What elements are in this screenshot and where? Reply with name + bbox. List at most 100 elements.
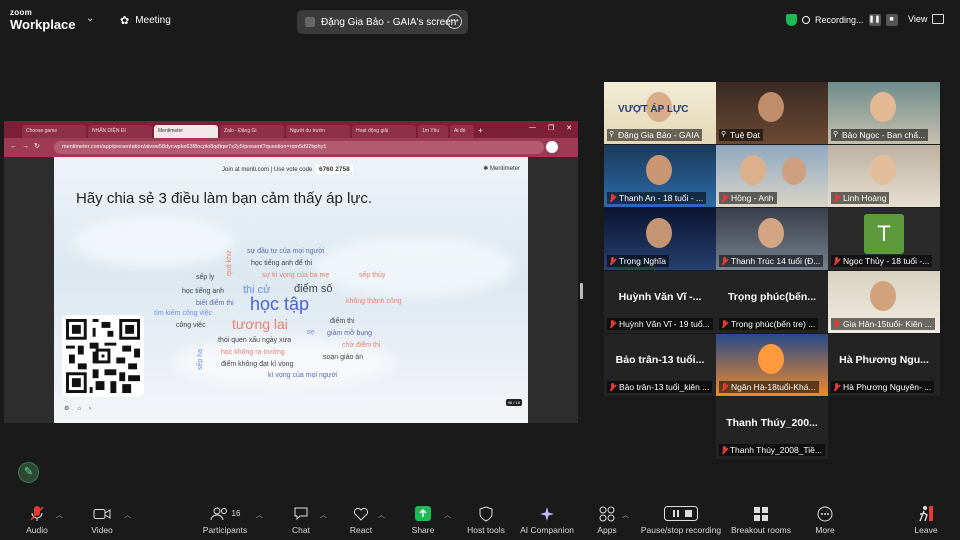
- word-cloud-entry: chờ điểm thi: [342, 342, 381, 349]
- word-cloud-entry: sự kì vọng của ba mẹ: [262, 272, 330, 279]
- apps-icon: [596, 505, 618, 522]
- word-cloud-entry: điểm không đạt kì vọng: [221, 361, 294, 368]
- screen-share-tab[interactable]: Đặng Gia Bảo - GAIA's screen •••: [297, 10, 468, 34]
- gallery-grid-icon[interactable]: [932, 14, 944, 24]
- chat-button[interactable]: Chat: [288, 505, 314, 535]
- browser-tab[interactable]: Hoạt động giải: [352, 125, 416, 138]
- meeting-info-button[interactable]: ✿ Meeting: [120, 14, 171, 27]
- browser-tab[interactable]: NHÂN DIỆN ĐỊ: [88, 125, 152, 138]
- participant-name: Bảo Ngọc - Ban chấ...: [842, 130, 926, 140]
- participant-tile[interactable]: ⚲ Tuệ Đạt: [716, 82, 828, 144]
- participant-name: Bảo trân-13 tuổi_kiên ...: [619, 382, 710, 392]
- chevron-up-icon[interactable]: ︿: [320, 510, 327, 520]
- new-tab-icon[interactable]: +: [476, 125, 488, 138]
- mentimeter-slide: Join at menti.com | Use vote code 6760 2…: [54, 157, 528, 423]
- participant-name: Linh Hoàng: [843, 193, 887, 203]
- video-button[interactable]: Video: [88, 505, 116, 535]
- audio-button[interactable]: Audio: [22, 505, 52, 535]
- participant-tile[interactable]: T Ngọc Thủy - 18 tuổi -...: [828, 208, 940, 270]
- chevron-up-icon[interactable]: ︿: [256, 510, 263, 520]
- recording-label: Recording...: [815, 15, 864, 25]
- more-label: More: [815, 525, 835, 535]
- participant-tile[interactable]: Trọng phúc(bến... Trọng phúc(bến tre) ...: [716, 271, 828, 333]
- recording-button[interactable]: Pause/stop recording: [640, 505, 722, 535]
- browser-tab[interactable]: Choose game: [22, 125, 86, 138]
- breakout-rooms-button[interactable]: Breakout rooms: [730, 505, 792, 535]
- maximize-icon[interactable]: ❐: [548, 124, 554, 132]
- more-options-icon[interactable]: •••: [447, 14, 462, 29]
- participant-name: Ngân Hà-18tuổi-Khá...: [731, 382, 816, 392]
- view-button[interactable]: View: [908, 14, 927, 24]
- nav-buttons-icon[interactable]: ←→↻: [10, 142, 45, 150]
- participant-display-name: Huỳnh Văn Vĩ -...: [618, 291, 702, 303]
- close-icon[interactable]: ✕: [566, 124, 572, 132]
- host-tools-button[interactable]: Host tools: [464, 505, 508, 535]
- participant-name-label: Hồng - Anh: [719, 192, 777, 204]
- browser-tab-active[interactable]: Mentimeter: [154, 125, 218, 138]
- participant-tile[interactable]: Ngân Hà-18tuổi-Khá...: [716, 334, 828, 396]
- participant-tile[interactable]: VƯỢT ÁP LỰC ⚲ Đặng Gia Bảo - GAIA: [604, 82, 716, 144]
- minimize-icon[interactable]: —: [529, 124, 536, 132]
- apps-button[interactable]: Apps: [596, 505, 618, 535]
- participant-tile[interactable]: Thanh Trúc 14 tuổi (Đ...: [716, 208, 828, 270]
- mic-muted-icon: [833, 256, 840, 266]
- host-tools-label: Host tools: [467, 525, 505, 535]
- react-button[interactable]: React: [346, 505, 376, 535]
- participant-tile[interactable]: Bảo trân-13 tuổi... Bảo trân-13 tuổi_kiên…: [604, 334, 716, 396]
- participant-tile[interactable]: Gia Hân-15tuổi- Kiên ...: [828, 271, 940, 333]
- top-bar: zoom Workplace ⌄ ✿ Meeting Đặng Gia Bảo …: [0, 0, 960, 44]
- chevron-up-icon[interactable]: ︿: [444, 510, 451, 520]
- chevron-up-icon[interactable]: ︿: [622, 510, 629, 520]
- participant-name-label: Bảo trân-13 tuổi_kiên ...: [607, 381, 713, 393]
- browser-tab[interactable]: Zalo - Đặng Gi: [220, 125, 284, 138]
- stop-icon[interactable]: ■: [885, 14, 898, 26]
- participant-tile[interactable]: Linh Hoàng: [828, 145, 940, 207]
- chevron-up-icon[interactable]: ︿: [124, 510, 131, 520]
- participant-face: [646, 218, 672, 248]
- share-label: Share: [411, 525, 435, 535]
- participant-tile[interactable]: Trọng Nghĩa: [604, 208, 716, 270]
- pause-icon[interactable]: ❚❚: [868, 14, 881, 26]
- leave-button[interactable]: Leave: [912, 505, 940, 535]
- chevron-up-icon[interactable]: ︿: [378, 510, 385, 520]
- word-cloud-entry: học tiếng anh: [182, 288, 225, 295]
- participant-tile[interactable]: Hà Phương Ngu... Hà Phương Nguyên- ...: [828, 334, 940, 396]
- browser-tab[interactable]: Người du trườn: [286, 125, 350, 138]
- participant-tile[interactable]: Hồng - Anh: [716, 145, 828, 207]
- profile-avatar[interactable]: [546, 141, 558, 153]
- recording-status[interactable]: Recording... ❚❚ ■: [786, 10, 898, 30]
- participant-face: [870, 92, 896, 122]
- splitter-handle[interactable]: [580, 283, 583, 299]
- word-cloud-entry: sự đầu tư của mọi người: [247, 248, 325, 255]
- word-cloud-entry: sẹ: [307, 329, 315, 336]
- slide-controls[interactable]: ⚙⌂›: [64, 405, 99, 412]
- join-instructions: Join at menti.com | Use vote code 6760 2…: [222, 165, 353, 174]
- chevron-down-icon[interactable]: ⌄: [86, 13, 94, 24]
- browser-tab[interactable]: Ai đó: [450, 125, 474, 138]
- participant-name-label: Trọng Nghĩa: [607, 255, 669, 267]
- participant-tile[interactable]: Thanh Thúy_200... Thanh Thúy_2008_Tiề...: [716, 397, 828, 459]
- annotate-pencil-icon[interactable]: ✎: [18, 462, 39, 483]
- ai-companion-button[interactable]: AI Companion: [516, 505, 578, 535]
- word-cloud-entry: công việc: [176, 322, 206, 329]
- chevron-up-icon[interactable]: ︿: [56, 510, 63, 520]
- pause-stop-icon: [640, 505, 722, 522]
- participant-tile[interactable]: ⚲ Bảo Ngọc - Ban chấ...: [828, 82, 940, 144]
- browser-tab[interactable]: 1m Yêu: [418, 125, 448, 138]
- share-button[interactable]: Share: [410, 505, 436, 535]
- participant-name-label: ⚲ Tuệ Đạt: [719, 129, 763, 141]
- brand-label: Mentimeter: [489, 166, 520, 172]
- participants-button[interactable]: 16 Participants: [200, 505, 250, 535]
- slide-question: Hãy chia sẻ 3 điều làm bạn cảm thấy áp l…: [76, 190, 373, 207]
- word-cloud-entry: sếp ly: [196, 274, 215, 281]
- more-button[interactable]: More: [812, 505, 838, 535]
- url-field[interactable]: mentimeter.com/app/presentation/alvsw58d…: [54, 141, 544, 154]
- participant-tile[interactable]: Huỳnh Văn Vĩ -... Huỳnh Văn Vĩ - 19 tuổ..…: [604, 271, 716, 333]
- participant-name-label: Linh Hoàng: [831, 192, 890, 204]
- participant-name-label: Trọng phúc(bến tre) ...: [719, 318, 819, 330]
- participant-tile[interactable]: Thanh An - 18 tuổi - ...: [604, 145, 716, 207]
- participant-name: Thanh An - 18 tuổi - ...: [619, 193, 704, 203]
- word-cloud-entry: soạn giáo án: [323, 354, 364, 361]
- zoom-logo[interactable]: zoom Workplace: [10, 9, 76, 32]
- participant-name-label: Hà Phương Nguyên- ...: [831, 381, 935, 393]
